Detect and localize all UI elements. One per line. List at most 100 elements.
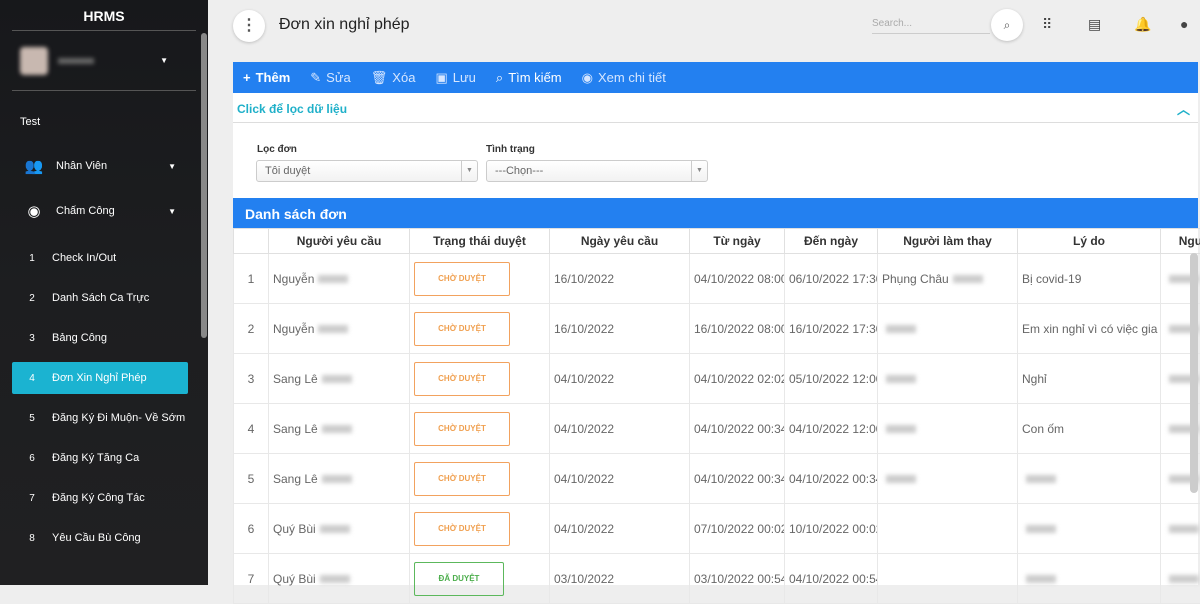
table-row[interactable]: 5 Sang Lê CHỜ DUYỆT 04/10/2022 04/10/202…	[234, 454, 1200, 504]
row-index: 5	[234, 454, 269, 504]
add-button[interactable]: +Thêm	[243, 70, 290, 85]
reason	[1018, 504, 1161, 554]
sidebar-item[interactable]: 1Check In/Out	[12, 242, 188, 274]
sidebar-group-nhan-vien[interactable]: 👥Nhân Viên ▼	[12, 150, 188, 182]
table-row[interactable]: 1 Nguyễn CHỜ DUYỆT 16/10/2022 04/10/2022…	[234, 254, 1200, 304]
column-header[interactable]: Người	[1161, 229, 1200, 254]
column-header[interactable]: Đến ngày	[785, 229, 878, 254]
sidebar-item[interactable]: 8Yêu Cầu Bù Công	[12, 522, 188, 554]
sidebar-item[interactable]: 6Đăng Ký Tăng Ca	[12, 442, 188, 474]
chevron-up-icon[interactable]: ︿	[1177, 99, 1190, 118]
bell-icon[interactable]: 🔔	[1134, 16, 1151, 33]
requester: Nguyễn	[269, 254, 410, 304]
requester: Quý Bùi	[269, 504, 410, 554]
table-row[interactable]: 2 Nguyễn CHỜ DUYỆT 16/10/2022 16/10/2022…	[234, 304, 1200, 354]
column-header[interactable]: Người yêu cầu	[269, 229, 410, 254]
row-index: 2	[234, 304, 269, 354]
search-button[interactable]: ⌕Tìm kiếm	[496, 70, 562, 86]
view-detail-button[interactable]: ◉Xem chi tiết	[582, 70, 666, 86]
sidebar-item[interactable]: 2Danh Sách Ca Trực	[12, 282, 188, 314]
sidebar-item[interactable]: 5Đăng Ký Đi Muộn- Về Sớm	[12, 402, 188, 434]
item-number: 3	[12, 333, 52, 344]
chat-icon[interactable]: ▤	[1088, 16, 1101, 33]
column-header[interactable]	[234, 229, 269, 254]
status-badge[interactable]: CHỜ DUYỆT	[414, 462, 510, 496]
list-title: Danh sách đơn	[233, 198, 1198, 228]
save-button[interactable]: ▣Lưu	[435, 70, 475, 86]
approver	[1161, 504, 1200, 554]
from-date: 04/10/2022 00:34	[690, 404, 785, 454]
sidebar-group-cham-cong[interactable]: ◉Chấm Công▼	[12, 195, 188, 227]
table-row[interactable]: 4 Sang Lê CHỜ DUYỆT 04/10/2022 04/10/202…	[234, 404, 1200, 454]
column-header[interactable]: Người làm thay	[878, 229, 1018, 254]
table-scrollbar[interactable]	[1190, 253, 1198, 493]
status-badge[interactable]: CHỜ DUYỆT	[414, 262, 510, 296]
requester: Quý Bùi	[269, 554, 410, 604]
filter-toggle[interactable]: Click để lọc dữ liệu︿	[233, 93, 1198, 123]
dropdown-arrow-icon: ▼	[691, 161, 707, 181]
sidebar-item[interactable]: 7Đăng Ký Công Tác	[12, 482, 188, 514]
status-badge[interactable]: ĐÃ DUYỆT	[414, 562, 504, 596]
row-index: 4	[234, 404, 269, 454]
status-badge[interactable]: CHỜ DUYỆT	[414, 362, 510, 396]
reason: Nghỉ	[1018, 354, 1161, 404]
people-icon: 👥	[12, 157, 56, 175]
delete-button[interactable]: 🗑Xóa	[371, 70, 416, 86]
sidebar-item[interactable]: 3Bảng Công	[12, 322, 188, 354]
item-label: Đăng Ký Tăng Ca	[52, 452, 139, 464]
table-row[interactable]: 7 Quý Bùi ĐÃ DUYỆT 03/10/2022 03/10/2022…	[234, 554, 1200, 604]
user-icon[interactable]: ●	[1180, 16, 1188, 32]
column-header[interactable]: Từ ngày	[690, 229, 785, 254]
user-menu[interactable]: ▼	[12, 31, 196, 91]
status-badge[interactable]: CHỜ DUYỆT	[414, 412, 510, 446]
request-date: 04/10/2022	[550, 454, 690, 504]
status-badge[interactable]: CHỜ DUYỆT	[414, 512, 510, 546]
edit-button[interactable]: ✎Sửa	[310, 70, 351, 86]
reason: Em xin nghỉ vì có việc gia đình	[1018, 304, 1161, 354]
from-date: 03/10/2022 00:54	[690, 554, 785, 604]
more-menu-button[interactable]: ⋮	[233, 10, 265, 42]
main-card: +Thêm ✎Sửa 🗑Xóa ▣Lưu ⌕Tìm kiếm ◉Xem chi …	[233, 62, 1198, 585]
status-badge[interactable]: CHỜ DUYỆT	[414, 312, 510, 346]
from-date: 16/10/2022 08:00	[690, 304, 785, 354]
row-index: 7	[234, 554, 269, 604]
row-index: 3	[234, 354, 269, 404]
status-cell: ĐÃ DUYỆT	[410, 554, 550, 604]
to-date: 06/10/2022 17:30	[785, 254, 878, 304]
column-header[interactable]: Ngày yêu cầu	[550, 229, 690, 254]
requester: Sang Lê	[269, 354, 410, 404]
approver	[1161, 554, 1200, 604]
sidebar-scrollbar[interactable]	[201, 33, 207, 338]
to-date: 05/10/2022 12:00	[785, 354, 878, 404]
label: Nhân Viên	[56, 160, 107, 172]
reason	[1018, 454, 1161, 504]
item-number: 5	[12, 413, 52, 424]
section-label: Test	[20, 116, 40, 128]
loc-don-select[interactable]: Tôi duyệt▼	[256, 160, 478, 182]
sidebar: HRMS ▼ Test 👥Nhân Viên▼ ◉Chấm Công▼ 1Che…	[0, 0, 208, 585]
requester: Nguyễn	[269, 304, 410, 354]
caret-down-icon: ▼	[160, 56, 168, 65]
eye-icon: ◉	[582, 70, 593, 86]
trash-icon: 🗑	[371, 70, 388, 86]
status-cell: CHỜ DUYỆT	[410, 304, 550, 354]
column-header[interactable]: Trạng thái duyệt	[410, 229, 550, 254]
status-cell: CHỜ DUYỆT	[410, 354, 550, 404]
to-date: 04/10/2022 00:34	[785, 454, 878, 504]
table-row[interactable]: 3 Sang Lê CHỜ DUYỆT 04/10/2022 04/10/202…	[234, 354, 1200, 404]
table-row[interactable]: 6 Quý Bùi CHỜ DUYỆT 04/10/2022 07/10/202…	[234, 504, 1200, 554]
search-button[interactable]: ⌕	[991, 9, 1023, 41]
sidebar-item[interactable]: 4Đơn Xin Nghỉ Phép	[12, 362, 188, 394]
item-number: 7	[12, 493, 52, 504]
from-date: 07/10/2022 00:02	[690, 504, 785, 554]
floppy-icon: ▣	[435, 70, 447, 86]
header: ⋮ Đơn xin nghỉ phép Search... ⌕ ⠿ ▤ 🔔 ●	[208, 0, 1200, 50]
apps-grid-icon[interactable]: ⠿	[1042, 16, 1052, 33]
column-header[interactable]: Lý do	[1018, 229, 1161, 254]
search-input[interactable]: Search...	[872, 18, 990, 34]
caret-down-icon: ▼	[168, 162, 176, 171]
tinh-trang-select[interactable]: ---Chọn---▼	[486, 160, 708, 182]
substitute	[878, 554, 1018, 604]
substitute	[878, 454, 1018, 504]
toolbar: +Thêm ✎Sửa 🗑Xóa ▣Lưu ⌕Tìm kiếm ◉Xem chi …	[233, 62, 1198, 93]
